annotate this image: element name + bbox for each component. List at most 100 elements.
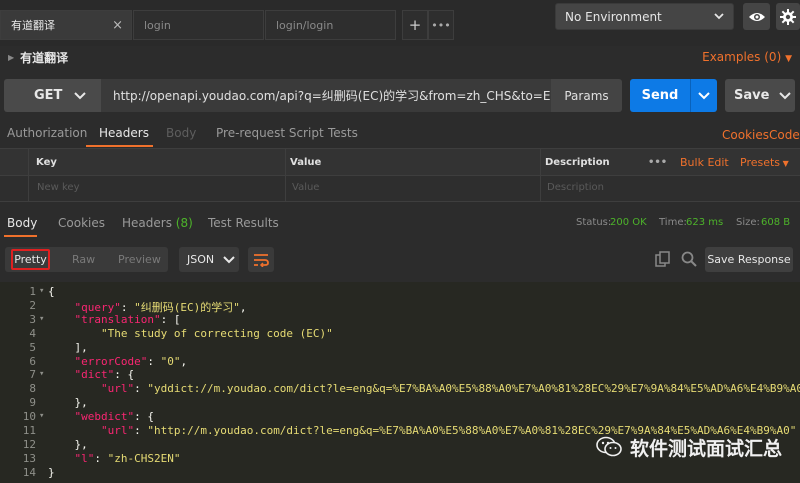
chevron-down-icon (714, 13, 724, 20)
line-number: 2 (29, 298, 36, 312)
response-tab-test-results[interactable]: Test Results (208, 216, 279, 230)
preview-button[interactable]: Preview (118, 253, 161, 266)
response-tab-body[interactable]: Body (7, 216, 37, 230)
wrap-lines-button[interactable] (248, 247, 274, 272)
close-icon[interactable]: × (112, 18, 123, 33)
gear-icon (780, 8, 796, 25)
new-tab-button[interactable]: + (402, 10, 428, 40)
code-line: "dict": { (74, 368, 135, 382)
new-key-input[interactable]: New key (37, 182, 80, 193)
watermark-text: 软件测试面试汇总 (630, 437, 783, 460)
search-icon (681, 251, 697, 267)
search-button[interactable] (681, 251, 697, 270)
method-label: GET (34, 88, 63, 103)
column-divider (540, 149, 541, 176)
tab-body[interactable]: Body (166, 126, 196, 140)
response-tab-cookies[interactable]: Cookies (58, 216, 105, 230)
fold-toggle-icon[interactable]: ▾ (39, 411, 44, 421)
url-input[interactable]: http://openapi.youdao.com/api?q=纠删码(EC)的… (101, 79, 551, 112)
send-options-button[interactable] (690, 79, 717, 112)
save-label: Save (734, 88, 770, 103)
send-label: Send (641, 88, 679, 103)
tab-label: 有道翻译 (11, 19, 55, 32)
fold-toggle-icon[interactable]: ▾ (39, 369, 44, 379)
fold-toggle-icon[interactable]: ▾ (39, 286, 44, 296)
column-divider (285, 176, 286, 202)
code-line: }, (48, 396, 88, 410)
copy-button[interactable] (655, 251, 671, 270)
description-input[interactable]: Description (547, 182, 604, 193)
save-response-button[interactable]: Save Response (705, 247, 793, 272)
method-select[interactable]: GET (4, 79, 101, 112)
line-number: 1 (29, 285, 36, 298)
size-label: Size: (736, 217, 760, 228)
code-line: "The study of correcting code (EC)" (100, 326, 333, 340)
line-number: 11 (22, 424, 36, 437)
request-tab-youdao[interactable]: 有道翻译 × (0, 10, 132, 40)
ellipsis-icon: ••• (431, 18, 451, 32)
code-line: "webdict": { (74, 410, 154, 424)
column-divider (28, 176, 29, 202)
more-tabs-button[interactable]: ••• (428, 10, 454, 40)
chevron-down-icon (223, 255, 235, 263)
status-value: 200 OK (610, 217, 647, 228)
tab-label: login/login (276, 18, 334, 32)
line-number: 7 (29, 368, 36, 382)
request-tab-login-login[interactable]: login/login (265, 10, 396, 40)
environment-select[interactable]: No Environment (555, 3, 734, 30)
code-line: }, (48, 437, 88, 451)
send-button[interactable]: Send (630, 79, 717, 112)
examples-dropdown[interactable]: Examples (0) ▼ (702, 50, 792, 64)
code-line: } (48, 465, 55, 479)
code-line: { (48, 285, 55, 298)
fold-toggle-icon[interactable]: ▾ (39, 314, 44, 324)
cookies-link[interactable]: Cookies (722, 128, 769, 142)
bulk-edit-link[interactable]: Bulk Edit (680, 156, 729, 169)
chevron-down-icon (698, 91, 710, 99)
code-link[interactable]: Code (769, 128, 800, 142)
code-line: "errorCode": "0", (74, 354, 188, 368)
plus-icon: + (408, 16, 422, 34)
environment-quick-look-button[interactable] (743, 3, 770, 30)
line-number: 14 (22, 465, 36, 479)
presets-label: Presets (740, 156, 781, 169)
value-input[interactable]: Value (292, 182, 319, 193)
tab-bar: 有道翻译 × login login/login + ••• No Enviro… (0, 0, 800, 46)
tab-tests[interactable]: Tests (328, 126, 358, 140)
line-number: 4 (29, 326, 36, 340)
status-label: Status: (576, 217, 612, 228)
response-tab-headers-label: Headers (122, 216, 172, 230)
ellipsis-icon[interactable]: ••• (648, 157, 667, 168)
time-label: Time: (659, 217, 687, 228)
caret-down-icon: ▼ (780, 159, 789, 168)
tab-pre-request-script[interactable]: Pre-request Script (216, 126, 324, 140)
tab-label: login (144, 18, 171, 32)
line-number: 8 (29, 382, 36, 396)
chevron-down-icon (74, 91, 87, 99)
pretty-button[interactable]: Pretty (11, 249, 50, 270)
code-line: ], (48, 340, 88, 354)
params-button[interactable]: Params (551, 79, 622, 112)
line-number: 10 (22, 410, 36, 424)
request-tab-login[interactable]: login (133, 10, 264, 40)
line-number: 13 (22, 451, 36, 465)
format-select[interactable]: JSON (179, 247, 239, 272)
headers-table-header: Key Value Description ••• Bulk Edit Pres… (0, 148, 800, 176)
table-row: New key Value Description (0, 176, 800, 202)
caret-right-icon[interactable]: ▶ (8, 53, 14, 62)
time-value: 623 ms (686, 217, 724, 228)
line-number: 3 (29, 312, 36, 326)
request-name[interactable]: ▶ 有道翻译 (8, 48, 68, 66)
copy-icon (655, 251, 670, 267)
column-divider (285, 149, 286, 176)
active-tab-indicator (86, 145, 153, 147)
response-tab-headers[interactable]: Headers (8) (122, 216, 193, 230)
settings-button[interactable] (776, 3, 800, 30)
raw-button[interactable]: Raw (72, 253, 95, 266)
code-line: "l": "zh-CHS2EN" (74, 451, 181, 465)
presets-dropdown[interactable]: Presets ▼ (740, 156, 789, 169)
tab-headers[interactable]: Headers (99, 126, 149, 140)
code-line: "translation": [ (74, 312, 181, 326)
save-button[interactable]: Save (725, 79, 795, 112)
tab-authorization[interactable]: Authorization (7, 126, 87, 140)
